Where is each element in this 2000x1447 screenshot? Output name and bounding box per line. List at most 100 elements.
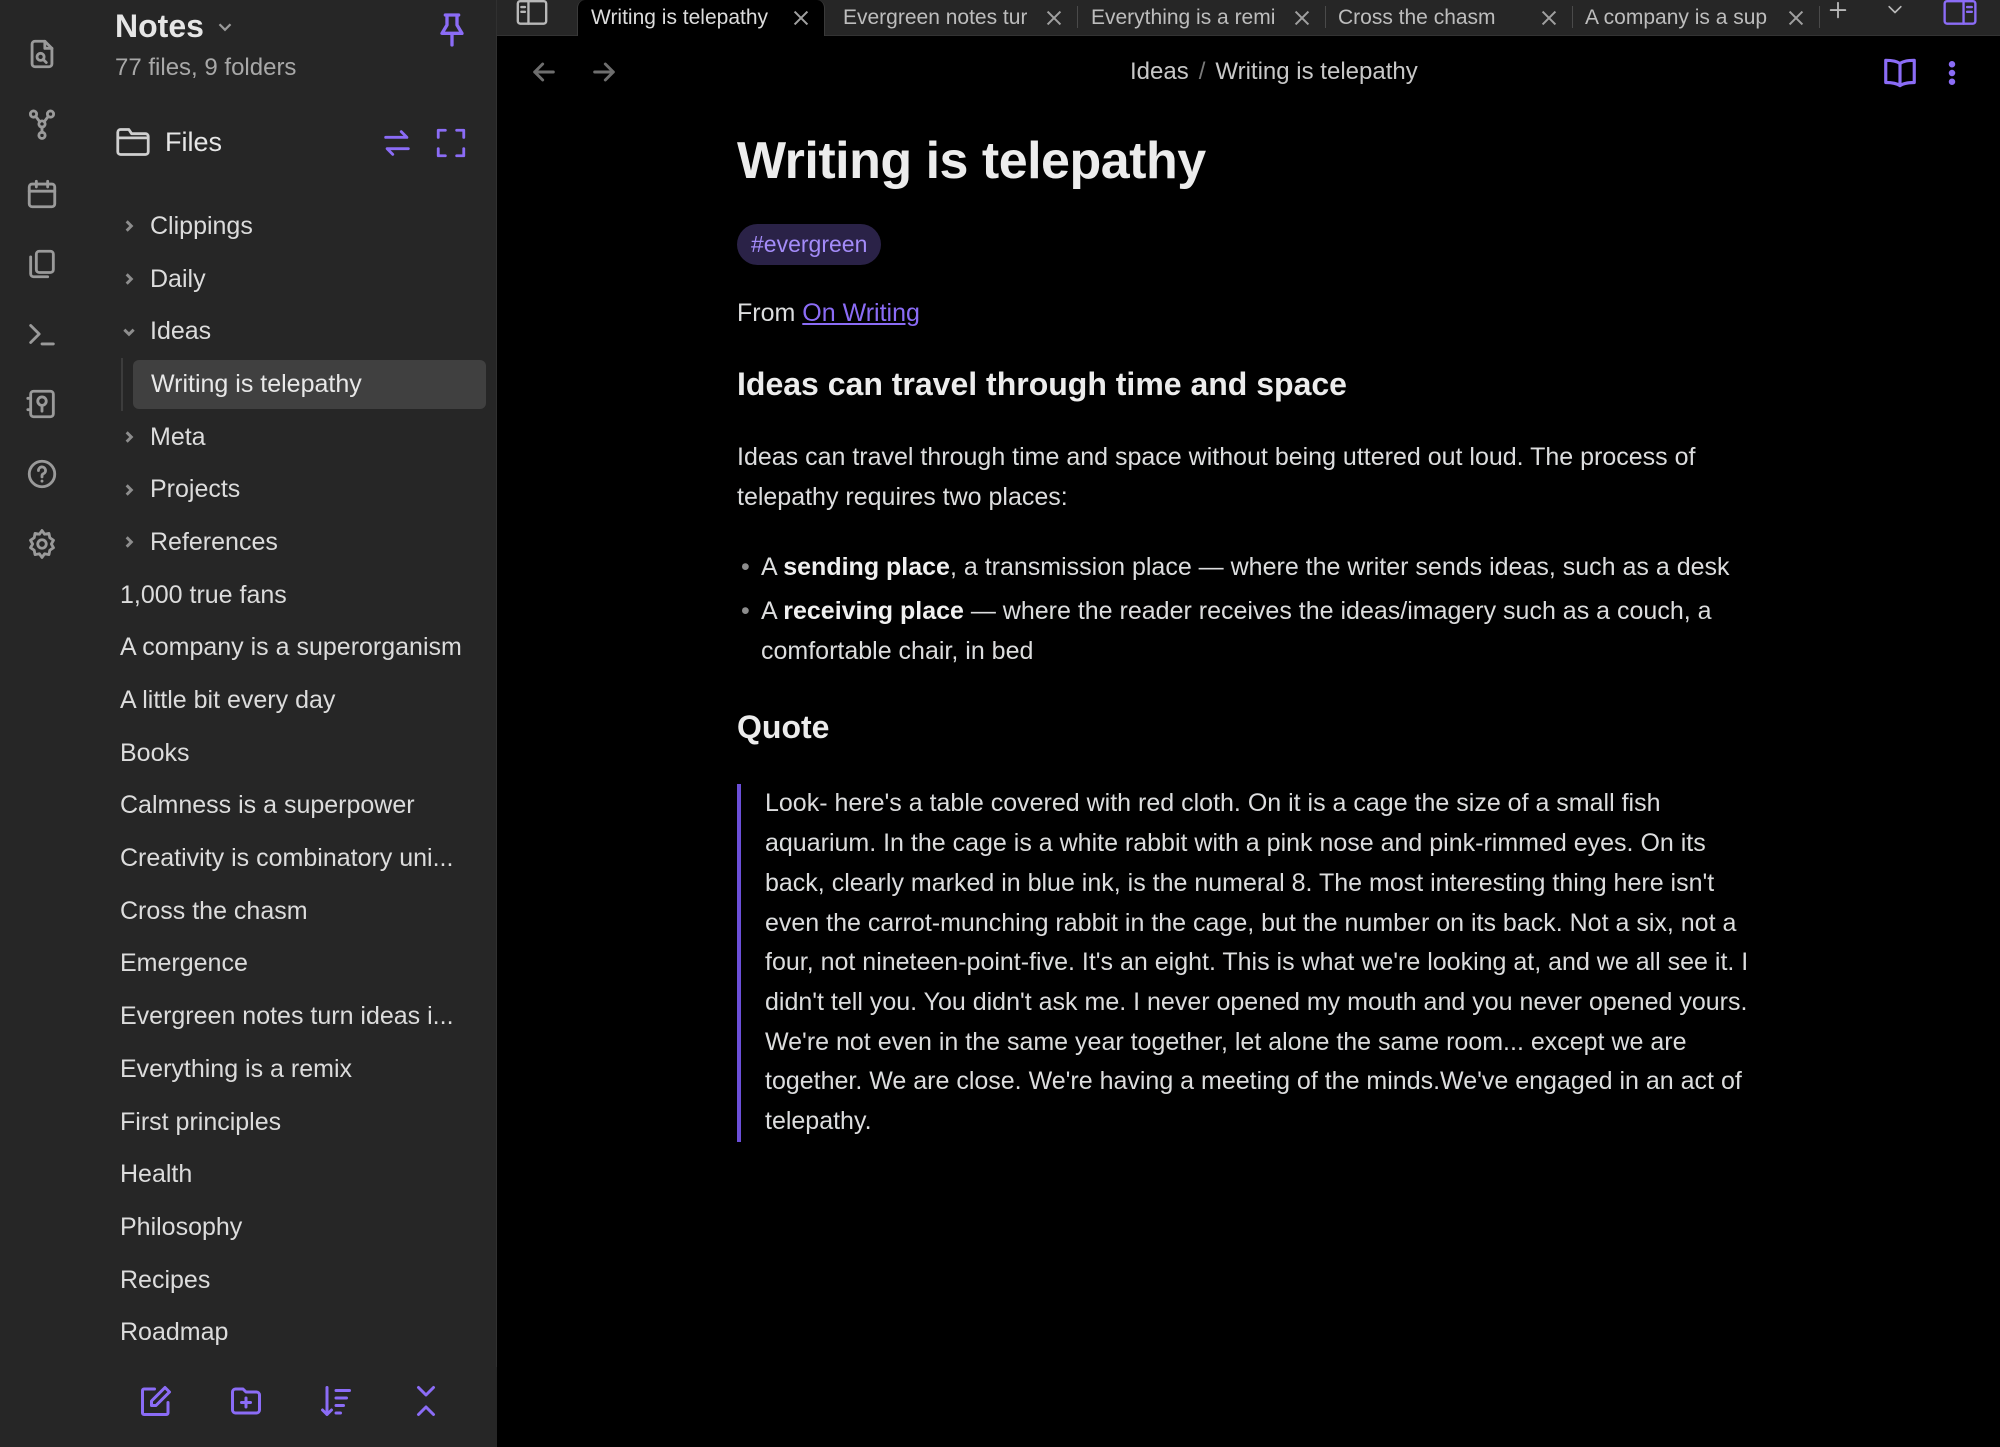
tab-label: Cross the chasm [1338,6,1496,29]
new-tab-icon[interactable] [1824,0,1852,22]
file-item[interactable]: Roadmap [114,1306,474,1359]
file-item[interactable]: Emergence [114,938,474,991]
vault-switcher-icon[interactable] [22,384,62,424]
new-folder-icon[interactable] [228,1383,264,1419]
toggle-right-sidebar-icon[interactable] [1940,0,1980,26]
file-item[interactable]: Recipes [114,1254,474,1307]
indent-guide [121,358,123,411]
tab-label: A company is a sup [1585,6,1768,29]
toggle-left-sidebar-icon[interactable] [515,0,549,26]
file-item-active[interactable]: Writing is telepathy [114,358,486,411]
breadcrumb-note[interactable]: Writing is telepathy [1215,58,1417,86]
section-heading: Ideas can travel through time and space [737,366,1347,403]
chevron-down-icon [218,22,232,31]
file-item[interactable]: Calmness is a superpower [114,780,474,833]
open-quick-switcher-icon[interactable] [22,34,62,74]
file-label: Recipes [120,1265,211,1294]
folder-item[interactable]: References [114,516,474,569]
tab[interactable]: Writing is telepathy [577,0,825,36]
sort-icon[interactable] [318,1383,354,1419]
quote-heading: Quote [737,709,830,746]
chevron-right-icon[interactable] [114,215,144,237]
chevron-right-icon[interactable] [114,426,144,448]
folder-item[interactable]: Ideas [114,305,474,358]
tab-list-chevron-icon[interactable] [1883,0,1907,20]
left-ribbon [0,0,84,1447]
tag-evergreen[interactable]: #evergreen [737,224,882,266]
list-item: A receiving place — where the reader rec… [737,591,1767,671]
tab[interactable]: Cross the chasm [1325,0,1572,36]
pin-icon[interactable] [432,10,472,50]
file-item[interactable]: Philosophy [114,1201,474,1254]
new-note-icon[interactable] [138,1383,174,1419]
source-link[interactable]: On Writing [802,299,920,327]
graph-view-icon[interactable] [22,104,62,144]
folder-item[interactable]: Daily [114,253,474,306]
bullet-list: A sending place, a transmission place — … [737,547,1767,671]
file-item[interactable]: First principles [114,1096,474,1149]
file-label: Philosophy [120,1212,243,1241]
file-label: Cross the chasm [120,896,308,925]
vault-stats: 77 files, 9 folders [115,54,297,81]
breadcrumb-folder[interactable]: Ideas [1130,58,1189,86]
folder-item[interactable]: Meta [114,411,474,464]
daily-note-calendar-icon[interactable] [22,174,62,214]
file-item[interactable]: A little bit every day [114,674,474,727]
collapse-all-icon[interactable] [408,1383,444,1419]
file-label: Health [120,1160,193,1189]
folder-label: Projects [150,475,241,504]
file-label: Evergreen notes turn ideas i... [120,1002,454,1031]
file-explorer-sidebar: Notes 77 files, 9 folders Files Clipping… [84,0,497,1447]
folder-label: Clippings [150,211,253,240]
list-item-bold: sending place [783,553,950,582]
close-tab-icon[interactable] [1291,7,1313,29]
file-item[interactable]: Books [114,727,474,780]
chevron-down-icon[interactable] [114,321,144,343]
folder-item[interactable]: Projects [114,463,474,516]
folder-item[interactable]: Clippings [114,200,474,253]
file-label: Books [120,738,190,767]
expand-icon[interactable] [434,126,468,160]
breadcrumb-separator: / [1198,58,1206,85]
close-tab-icon[interactable] [1043,7,1065,29]
close-tab-icon[interactable] [790,7,812,29]
file-item[interactable]: 1,000 true fans [114,569,474,622]
chevron-right-icon[interactable] [114,531,144,553]
reading-view-icon[interactable] [1881,54,1919,92]
templates-icon[interactable] [22,244,62,284]
file-item[interactable]: Everything is a remix [114,1043,474,1096]
files-pane-header: Files [115,126,222,158]
list-item: A sending place, a transmission place — … [737,547,1767,587]
file-label: Writing is telepathy [133,360,486,410]
close-tab-icon[interactable] [1538,7,1560,29]
list-item-prefix: A [761,553,784,582]
back-arrow-icon[interactable] [528,56,560,88]
file-item[interactable]: Cross the chasm [114,885,474,938]
swap-icon[interactable] [380,126,414,160]
chevron-right-icon[interactable] [114,479,144,501]
file-item[interactable]: A company is a superorganism [114,622,474,675]
chevron-right-icon[interactable] [114,268,144,290]
file-label: First principles [120,1107,282,1136]
help-icon[interactable] [22,454,62,494]
file-item[interactable]: Health [114,1148,474,1201]
tab[interactable]: Everything is a remi [1078,0,1325,36]
command-palette-icon[interactable] [22,314,62,354]
list-item-text: , a transmission place — where the write… [949,553,1730,582]
tab[interactable]: Evergreen notes tur [830,0,1077,36]
forward-arrow-icon[interactable] [588,56,620,88]
settings-icon[interactable] [22,524,62,564]
close-tab-icon[interactable] [1785,7,1807,29]
file-item[interactable]: Evergreen notes turn ideas i... [114,990,474,1043]
vault-switcher[interactable]: Notes [115,8,236,45]
more-options-icon[interactable] [1937,54,1967,92]
tab-bar: Writing is telepathy Evergreen notes tur E… [497,0,2000,36]
tab-label: Evergreen notes tur [843,6,1028,29]
file-label: 1,000 true fans [120,580,287,609]
folder-label: References [150,527,278,556]
file-item[interactable]: Creativity is combinatory uni... [114,832,474,885]
note-title: Writing is telepathy [737,132,1206,190]
tab-separator [1819,6,1820,28]
file-label: A little bit every day [120,686,336,715]
tab[interactable]: A company is a sup [1572,0,1819,36]
